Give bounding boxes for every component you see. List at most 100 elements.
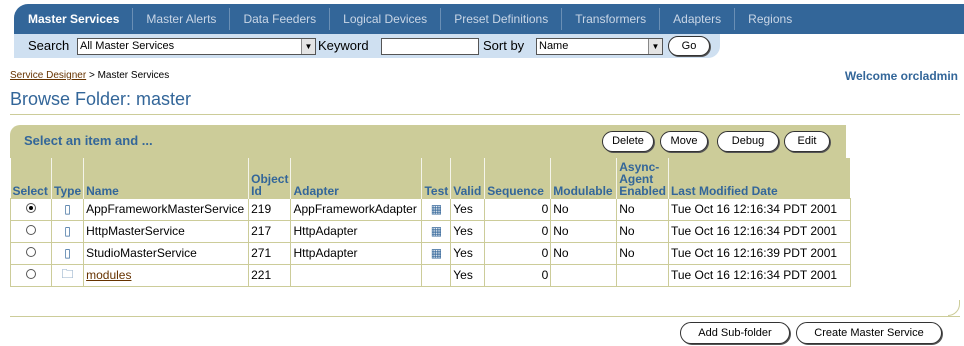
name-cell[interactable]: modules (83, 263, 250, 287)
search-bar: Search All Master Services ▼ Keyword Sor… (14, 34, 720, 58)
row-radio[interactable] (26, 203, 36, 213)
col-adapter: Adapter (290, 158, 422, 198)
divider-corner (948, 300, 960, 316)
sortby-label: Sort by (483, 38, 525, 53)
chevron-down-icon[interactable]: ▼ (648, 39, 662, 54)
move-button[interactable]: Move (660, 131, 708, 152)
col-name: Name (83, 158, 249, 198)
service-icon: ▯ (64, 224, 71, 238)
table-row[interactable]: 🗀 modules 221 Yes 0 Tue Oct 16 12:16:34 … (10, 263, 851, 287)
col-test: Test (421, 158, 451, 198)
row-radio[interactable] (26, 269, 36, 279)
modulable-cell: No (550, 219, 618, 243)
async-cell: No (616, 219, 669, 243)
col-select: Select (10, 158, 52, 198)
sortby-select[interactable]: Name ▼ (536, 38, 663, 55)
async-cell: No (616, 241, 669, 265)
row-radio[interactable] (26, 247, 36, 257)
last-modified-cell: Tue Oct 16 12:16:34 PDT 2001 (667, 219, 851, 243)
table-row[interactable]: ▯ HttpMasterService 217 HttpAdapter ▦ Ye… (10, 219, 851, 243)
go-button[interactable]: Go (668, 36, 710, 56)
tab-transformers[interactable]: Transformers (561, 8, 659, 30)
search-scope-select[interactable]: All Master Services ▼ (77, 38, 316, 55)
search-label: Search (28, 38, 70, 53)
col-modulable: Modulable (550, 158, 617, 198)
adapter-cell: AppFrameworkAdapter (290, 197, 423, 221)
folder-link[interactable]: modules (86, 268, 131, 282)
sortby-value: Name (539, 40, 569, 52)
adapter-cell (290, 263, 423, 287)
debug-button[interactable]: Debug (717, 131, 779, 152)
test-cell[interactable]: ▦ (421, 241, 452, 265)
col-async-line3: Enabled (619, 183, 666, 198)
keyword-label: Keyword (318, 38, 369, 53)
row-radio[interactable] (26, 225, 36, 235)
name-cell: AppFrameworkMasterService (83, 197, 250, 221)
page-title: Browse Folder: master (10, 89, 192, 109)
test-icon[interactable]: ▦ (431, 224, 442, 238)
async-cell (616, 263, 669, 287)
sequence-cell: 0 (484, 219, 552, 243)
breadcrumb: Service Designer > Master Services (10, 70, 169, 81)
tab-master-services[interactable]: Master Services (18, 8, 132, 30)
breadcrumb-service-designer[interactable]: Service Designer (10, 70, 86, 81)
test-icon[interactable]: ▦ (431, 246, 442, 260)
edit-button[interactable]: Edit (784, 131, 830, 152)
breadcrumb-current: Master Services (97, 70, 170, 81)
type-cell: 🗀 (50, 263, 85, 287)
select-cell[interactable] (10, 263, 52, 287)
modulable-cell: No (550, 241, 618, 265)
col-object-id: Object Id (248, 158, 291, 198)
breadcrumb-separator: > (88, 70, 95, 81)
col-valid: Valid (450, 158, 485, 198)
test-cell[interactable]: ▦ (421, 197, 452, 221)
type-cell: ▯ (50, 197, 85, 221)
tab-logical-devices[interactable]: Logical Devices (329, 8, 440, 30)
tab-data-feeders[interactable]: Data Feeders (229, 8, 329, 30)
create-master-service-button[interactable]: Create Master Service (796, 322, 942, 344)
async-cell: No (616, 197, 669, 221)
col-type: Type (50, 158, 84, 198)
add-subfolder-button[interactable]: Add Sub-folder (680, 322, 790, 344)
name-cell: StudioMasterService (83, 241, 250, 265)
welcome-text: Welcome orcladmin (844, 69, 958, 83)
search-scope-value: All Master Services (80, 40, 175, 52)
col-async-agent: Async- Agent Enabled (616, 158, 669, 198)
valid-cell: Yes (450, 241, 486, 265)
test-cell[interactable]: ▦ (421, 219, 452, 243)
sequence-cell: 0 (484, 263, 552, 287)
last-modified-cell: Tue Oct 16 12:16:34 PDT 2001 (667, 197, 851, 221)
tab-regions[interactable]: Regions (734, 8, 805, 30)
col-last-modified: Last Modified Date (667, 158, 851, 198)
tab-preset-definitions[interactable]: Preset Definitions (440, 8, 561, 30)
col-object-id-line2: Id (251, 183, 262, 198)
service-icon: ▯ (64, 202, 71, 216)
table-row[interactable]: ▯ AppFrameworkMasterService 219 AppFrame… (10, 197, 851, 221)
services-table: Select Type Name Object Id Adapter Test V… (10, 158, 851, 287)
tab-bar: Master Services Master Alerts Data Feede… (14, 4, 964, 34)
select-cell[interactable] (10, 197, 52, 221)
select-cell[interactable] (10, 219, 52, 243)
table-header-row: Select Type Name Object Id Adapter Test V… (10, 158, 851, 198)
test-icon[interactable]: ▦ (431, 202, 442, 216)
keyword-input[interactable] (381, 38, 479, 55)
delete-button[interactable]: Delete (602, 131, 654, 152)
select-cell[interactable] (10, 241, 52, 265)
tab-master-alerts[interactable]: Master Alerts (132, 8, 229, 30)
valid-cell: Yes (450, 263, 486, 287)
object-id-cell: 221 (248, 263, 292, 287)
table-row[interactable]: ▯ StudioMasterService 271 HttpAdapter ▦ … (10, 241, 851, 265)
object-id-cell: 217 (248, 219, 292, 243)
object-id-cell: 271 (248, 241, 292, 265)
folder-icon: 🗀 (61, 266, 74, 281)
modulable-cell (550, 263, 618, 287)
last-modified-cell: Tue Oct 16 12:16:39 PDT 2001 (667, 241, 851, 265)
tab-adapters[interactable]: Adapters (659, 8, 734, 30)
name-cell: HttpMasterService (83, 219, 250, 243)
test-cell (421, 263, 452, 287)
modulable-cell: No (550, 197, 618, 221)
sequence-cell: 0 (484, 241, 552, 265)
chevron-down-icon[interactable]: ▼ (301, 39, 315, 54)
service-icon: ▯ (64, 246, 71, 260)
object-id-cell: 219 (248, 197, 292, 221)
